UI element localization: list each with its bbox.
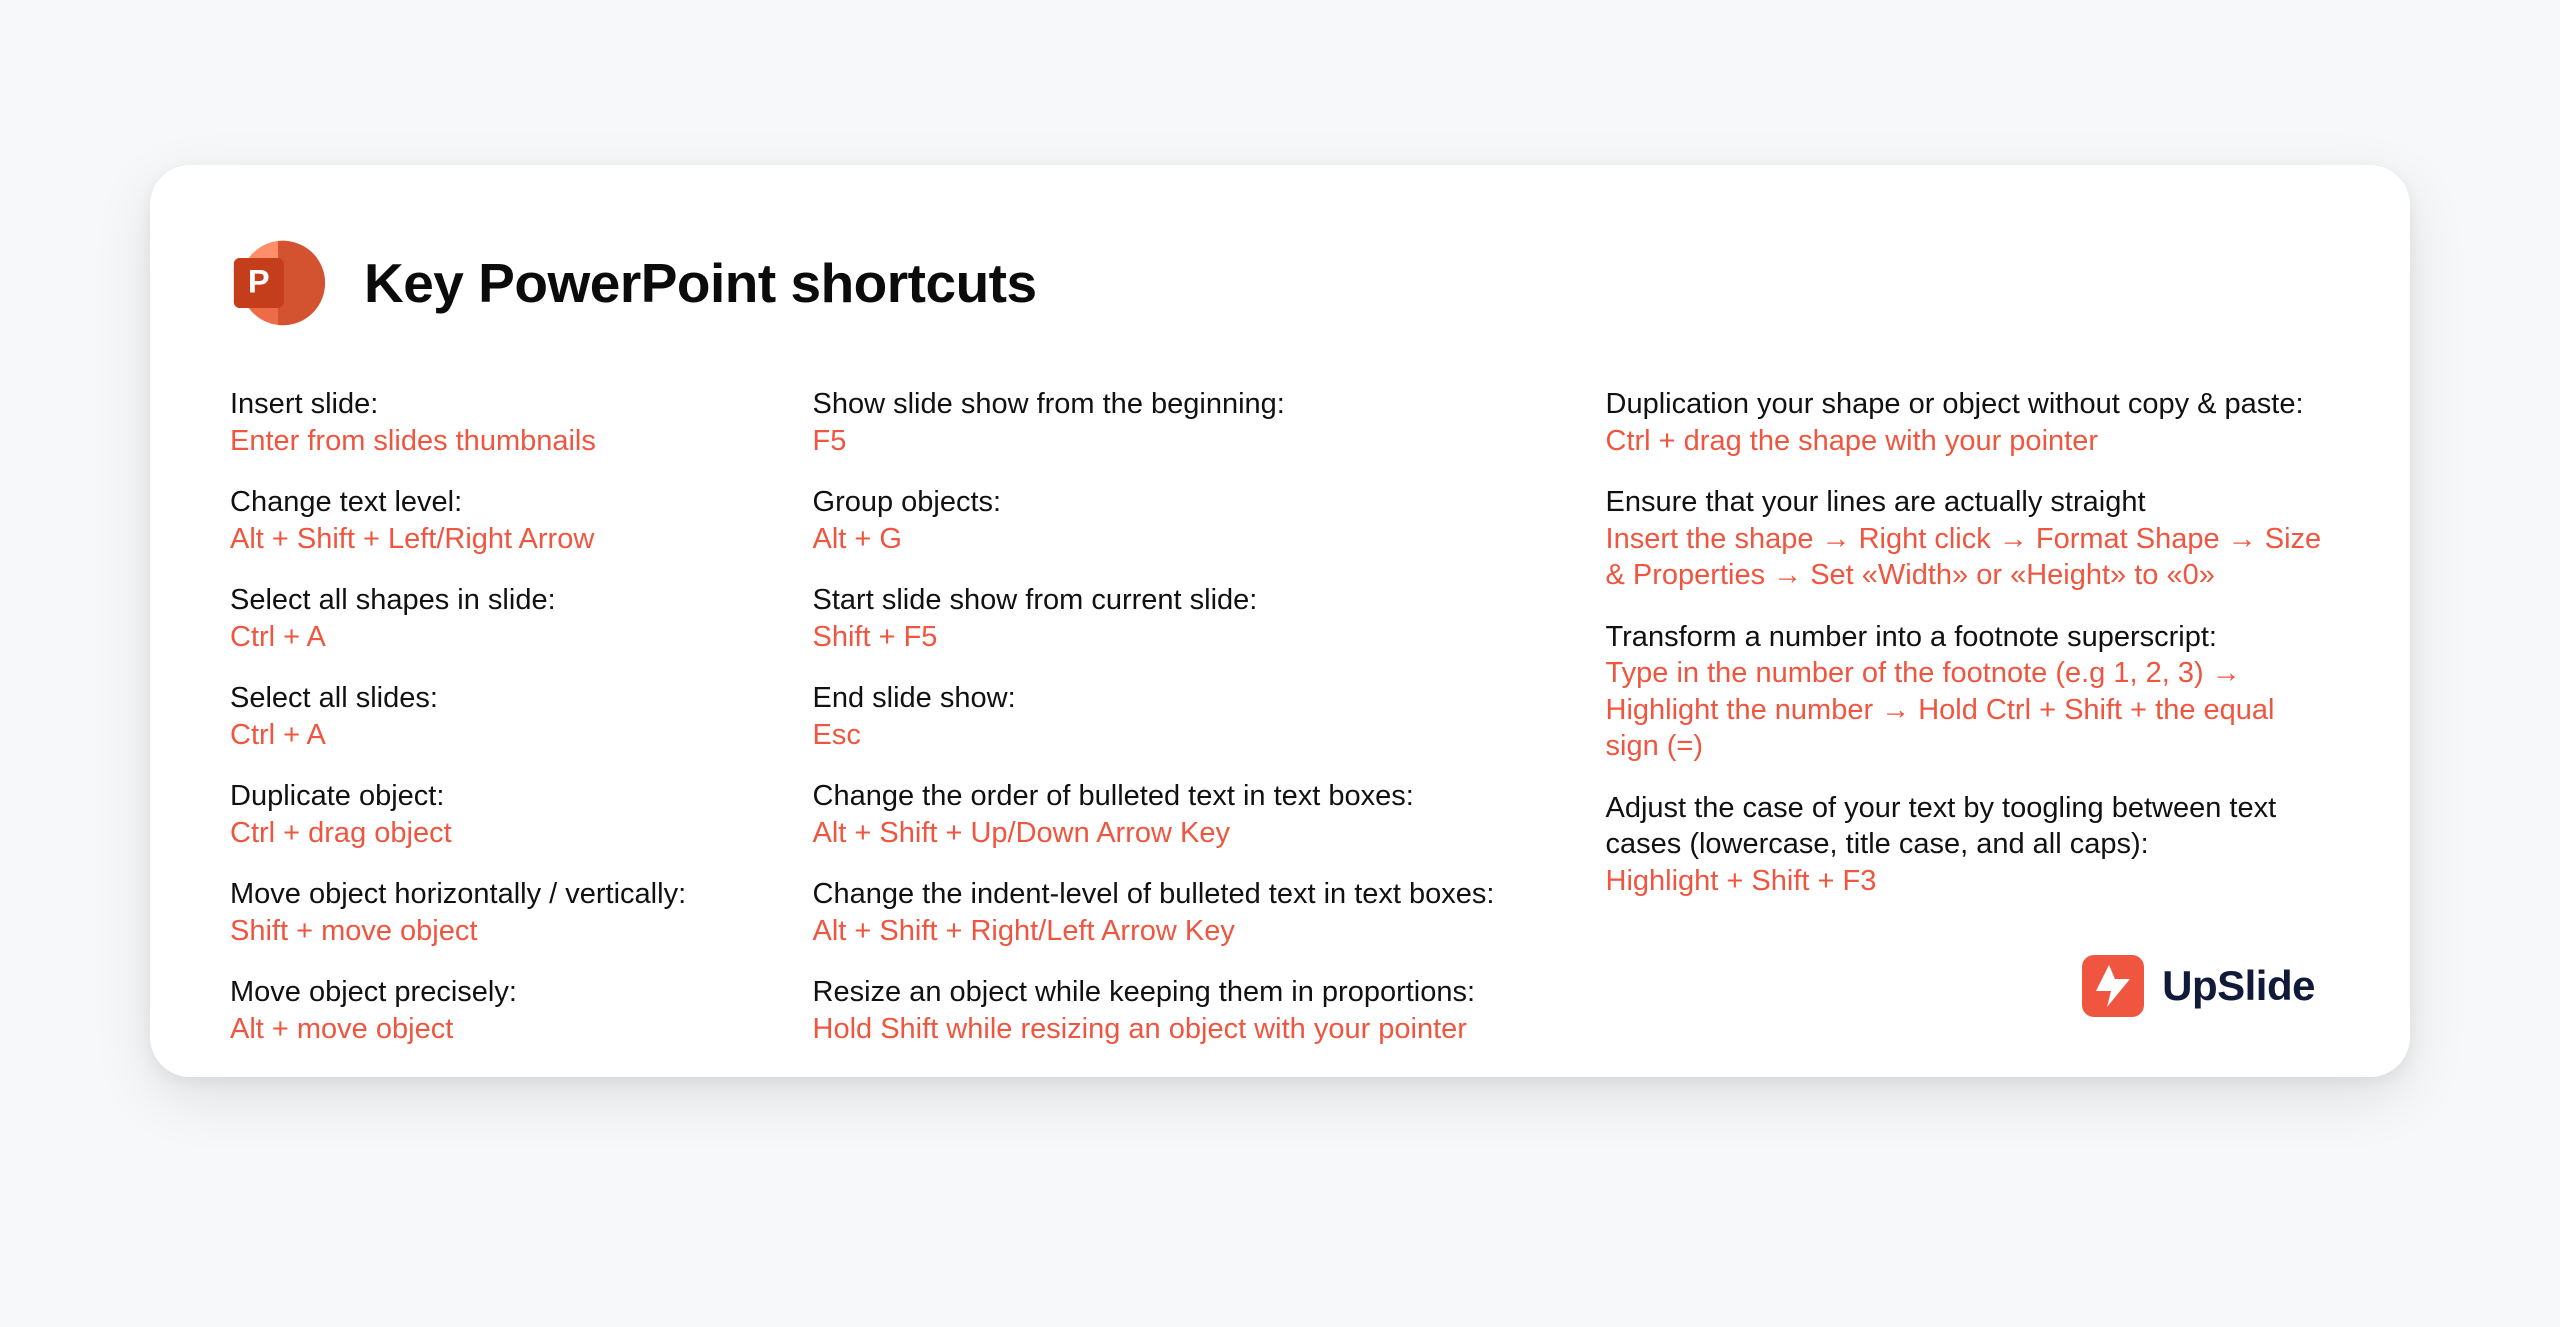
shortcut-keys: Ctrl + drag object: [230, 815, 813, 852]
brand-name: UpSlide: [2162, 962, 2315, 1010]
shortcut-label: Change the order of bulleted text in tex…: [813, 778, 1606, 815]
shortcut-keys: Enter from slides thumbnails: [230, 423, 813, 460]
card-title: Key PowerPoint shortcuts: [364, 251, 1037, 315]
shortcut-keys: Shift + move object: [230, 913, 813, 950]
shortcut-label: End slide show:: [813, 680, 1606, 717]
shortcut-item: Change the order of bulleted text in tex…: [813, 778, 1606, 851]
powerpoint-icon: P: [230, 235, 326, 331]
shortcut-keys: Esc: [813, 717, 1606, 754]
svg-text:P: P: [248, 263, 270, 300]
shortcut-item: Insert slide:Enter from slides thumbnail…: [230, 386, 813, 459]
shortcut-item: Duplication your shape or object without…: [1606, 386, 2330, 459]
shortcut-label: Change the indent-level of bulleted text…: [813, 876, 1606, 913]
shortcut-keys: Type in the number of the footnote (e.g …: [1606, 655, 2330, 765]
shortcut-card: P Key PowerPoint shortcuts Insert slide:…: [150, 165, 2410, 1077]
card-header: P Key PowerPoint shortcuts: [230, 235, 2330, 331]
shortcut-label: Duplicate object:: [230, 778, 813, 815]
shortcut-keys: Alt + Shift + Up/Down Arrow Key: [813, 815, 1606, 852]
shortcut-item: Change the indent-level of bulleted text…: [813, 876, 1606, 949]
shortcut-item: Move object precisely:Alt + move object: [230, 974, 813, 1047]
shortcut-item: Select all shapes in slide:Ctrl + A: [230, 582, 813, 655]
brand-logo: UpSlide: [2082, 955, 2315, 1017]
shortcut-item: Adjust the case of your text by toogling…: [1606, 790, 2330, 900]
column-2: Show slide show from the beginning:F5 Gr…: [813, 386, 1606, 1072]
shortcut-item: Transform a number into a footnote super…: [1606, 619, 2330, 765]
shortcut-item: Select all slides:Ctrl + A: [230, 680, 813, 753]
shortcut-label: Duplication your shape or object without…: [1606, 386, 2330, 423]
shortcut-keys: Shift + F5: [813, 619, 1606, 656]
shortcut-keys: Ctrl + drag the shape with your pointer: [1606, 423, 2330, 460]
shortcut-item: Move object horizontally / vertically:Sh…: [230, 876, 813, 949]
shortcut-label: Select all slides:: [230, 680, 813, 717]
shortcut-item: Ensure that your lines are actually stra…: [1606, 484, 2330, 594]
shortcut-keys: Alt + move object: [230, 1011, 813, 1048]
shortcut-item: Start slide show from current slide:Shif…: [813, 582, 1606, 655]
shortcut-label: Group objects:: [813, 484, 1606, 521]
shortcut-keys: Alt + Shift + Right/Left Arrow Key: [813, 913, 1606, 950]
shortcut-label: Start slide show from current slide:: [813, 582, 1606, 619]
shortcut-item: Resize an object while keeping them in p…: [813, 974, 1606, 1047]
shortcut-keys: Alt + G: [813, 521, 1606, 558]
upslide-icon: [2082, 955, 2144, 1017]
shortcut-label: Ensure that your lines are actually stra…: [1606, 484, 2330, 521]
shortcut-keys: Ctrl + A: [230, 619, 813, 656]
shortcut-label: Move object precisely:: [230, 974, 813, 1011]
shortcut-label: Show slide show from the beginning:: [813, 386, 1606, 423]
shortcut-label: Resize an object while keeping them in p…: [813, 974, 1606, 1011]
shortcut-item: Duplicate object:Ctrl + drag object: [230, 778, 813, 851]
shortcut-label: Select all shapes in slide:: [230, 582, 813, 619]
shortcut-keys: Highlight + Shift + F3: [1606, 863, 2330, 900]
shortcut-label: Move object horizontally / vertically:: [230, 876, 813, 913]
shortcut-label: Transform a number into a footnote super…: [1606, 619, 2330, 656]
shortcut-label: Adjust the case of your text by toogling…: [1606, 790, 2330, 863]
shortcut-item: Change text level:Alt + Shift + Left/Rig…: [230, 484, 813, 557]
columns: Insert slide:Enter from slides thumbnail…: [230, 386, 2330, 1072]
shortcut-item: Show slide show from the beginning:F5: [813, 386, 1606, 459]
shortcut-keys: Alt + Shift + Left/Right Arrow: [230, 521, 813, 558]
shortcut-keys: Hold Shift while resizing an object with…: [813, 1011, 1606, 1048]
shortcut-keys: Ctrl + A: [230, 717, 813, 754]
column-1: Insert slide:Enter from slides thumbnail…: [230, 386, 813, 1072]
shortcut-keys: F5: [813, 423, 1606, 460]
shortcut-keys: Insert the shape → Right click → Format …: [1606, 521, 2330, 594]
shortcut-item: End slide show:Esc: [813, 680, 1606, 753]
shortcut-label: Insert slide:: [230, 386, 813, 423]
shortcut-item: Group objects:Alt + G: [813, 484, 1606, 557]
shortcut-label: Change text level:: [230, 484, 813, 521]
